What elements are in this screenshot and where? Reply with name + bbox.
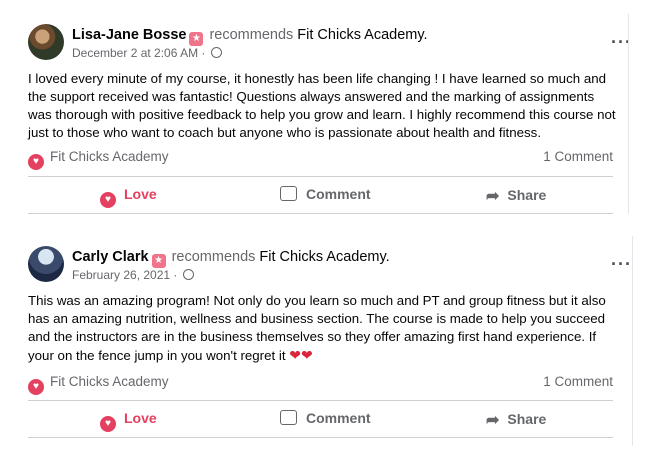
share-button[interactable]: ➦ Share xyxy=(486,410,546,430)
love-button[interactable]: ♥ Love xyxy=(100,186,157,208)
love-reaction-icon: ♥ xyxy=(28,154,44,170)
post-text-body: This was an amazing program! Not only do… xyxy=(28,293,606,363)
author-name[interactable]: Carly Clark xyxy=(72,249,149,265)
meta-separator: · xyxy=(173,268,178,282)
share-label: Share xyxy=(507,187,547,203)
love-label: Love xyxy=(124,186,157,202)
post-text: I loved every minute of my course, it ho… xyxy=(28,71,616,140)
action-bar: ♥ Love Comment ➦ Share xyxy=(28,400,613,438)
comment-button[interactable]: Comment xyxy=(280,410,371,426)
recommends-text: recommends xyxy=(209,27,294,43)
comment-count[interactable]: 1 Comment xyxy=(543,149,613,164)
comment-icon xyxy=(280,186,297,201)
reaction-by[interactable]: Fit Chicks Academy xyxy=(50,149,169,164)
globe-icon xyxy=(182,269,194,280)
feed-separator xyxy=(0,222,645,232)
comment-label: Comment xyxy=(306,186,371,202)
avatar[interactable] xyxy=(28,246,64,282)
post-meta: February 26, 2021 · xyxy=(72,268,194,282)
heart-emoji-icon: ❤❤ xyxy=(289,347,313,363)
post-border xyxy=(632,236,633,446)
post-title-line: Carly Clark ★ recommends Fit Chicks Academ… xyxy=(72,249,390,268)
comment-count[interactable]: 1 Comment xyxy=(543,374,613,389)
post-title-line: Lisa-Jane Bosse ★ recommends Fit Chicks Ac… xyxy=(72,27,428,46)
meta-separator: · xyxy=(201,46,206,60)
review-post-2: Carly Clark ★ recommends Fit Chicks Academ… xyxy=(14,236,631,446)
more-options-icon[interactable]: ··· xyxy=(611,254,632,275)
share-label: Share xyxy=(507,411,547,427)
avatar[interactable] xyxy=(28,24,64,60)
share-icon: ➦ xyxy=(486,188,500,205)
post-header: Lisa-Jane Bosse ★ recommends Fit Chicks Ac… xyxy=(28,24,631,64)
heart-icon: ♥ xyxy=(100,192,116,208)
recommends-text: recommends xyxy=(171,249,256,265)
review-post-1: Lisa-Jane Bosse ★ recommends Fit Chicks Ac… xyxy=(14,14,631,214)
post-footer: ♥ Fit Chicks Academy 1 Comment xyxy=(28,374,613,396)
heart-icon: ♥ xyxy=(100,416,116,432)
reaction-by[interactable]: Fit Chicks Academy xyxy=(50,374,169,389)
action-bar: ♥ Love Comment ➦ Share xyxy=(28,176,613,214)
love-label: Love xyxy=(124,410,157,426)
page-link[interactable]: Fit Chicks Academy. xyxy=(297,27,427,43)
recommend-badge-icon: ★ xyxy=(189,32,204,46)
comment-button[interactable]: Comment xyxy=(280,186,371,202)
post-date[interactable]: February 26, 2021 xyxy=(72,268,170,282)
share-icon: ➦ xyxy=(486,412,500,429)
comment-label: Comment xyxy=(306,410,371,426)
post-footer: ♥ Fit Chicks Academy 1 Comment xyxy=(28,149,613,171)
comment-icon xyxy=(280,410,297,425)
globe-icon xyxy=(210,47,222,58)
share-button[interactable]: ➦ Share xyxy=(486,186,546,206)
love-reaction-icon: ♥ xyxy=(28,379,44,395)
love-button[interactable]: ♥ Love xyxy=(100,410,157,432)
post-date[interactable]: December 2 at 2:06 AM xyxy=(72,46,198,60)
post-text: This was an amazing program! Not only do… xyxy=(28,292,618,365)
post-header: Carly Clark ★ recommends Fit Chicks Academ… xyxy=(28,246,631,286)
post-meta: December 2 at 2:06 AM · xyxy=(72,46,222,60)
author-name[interactable]: Lisa-Jane Bosse xyxy=(72,27,186,43)
recommend-badge-icon: ★ xyxy=(151,254,166,268)
post-border xyxy=(628,14,629,214)
page-link[interactable]: Fit Chicks Academy. xyxy=(259,249,389,265)
